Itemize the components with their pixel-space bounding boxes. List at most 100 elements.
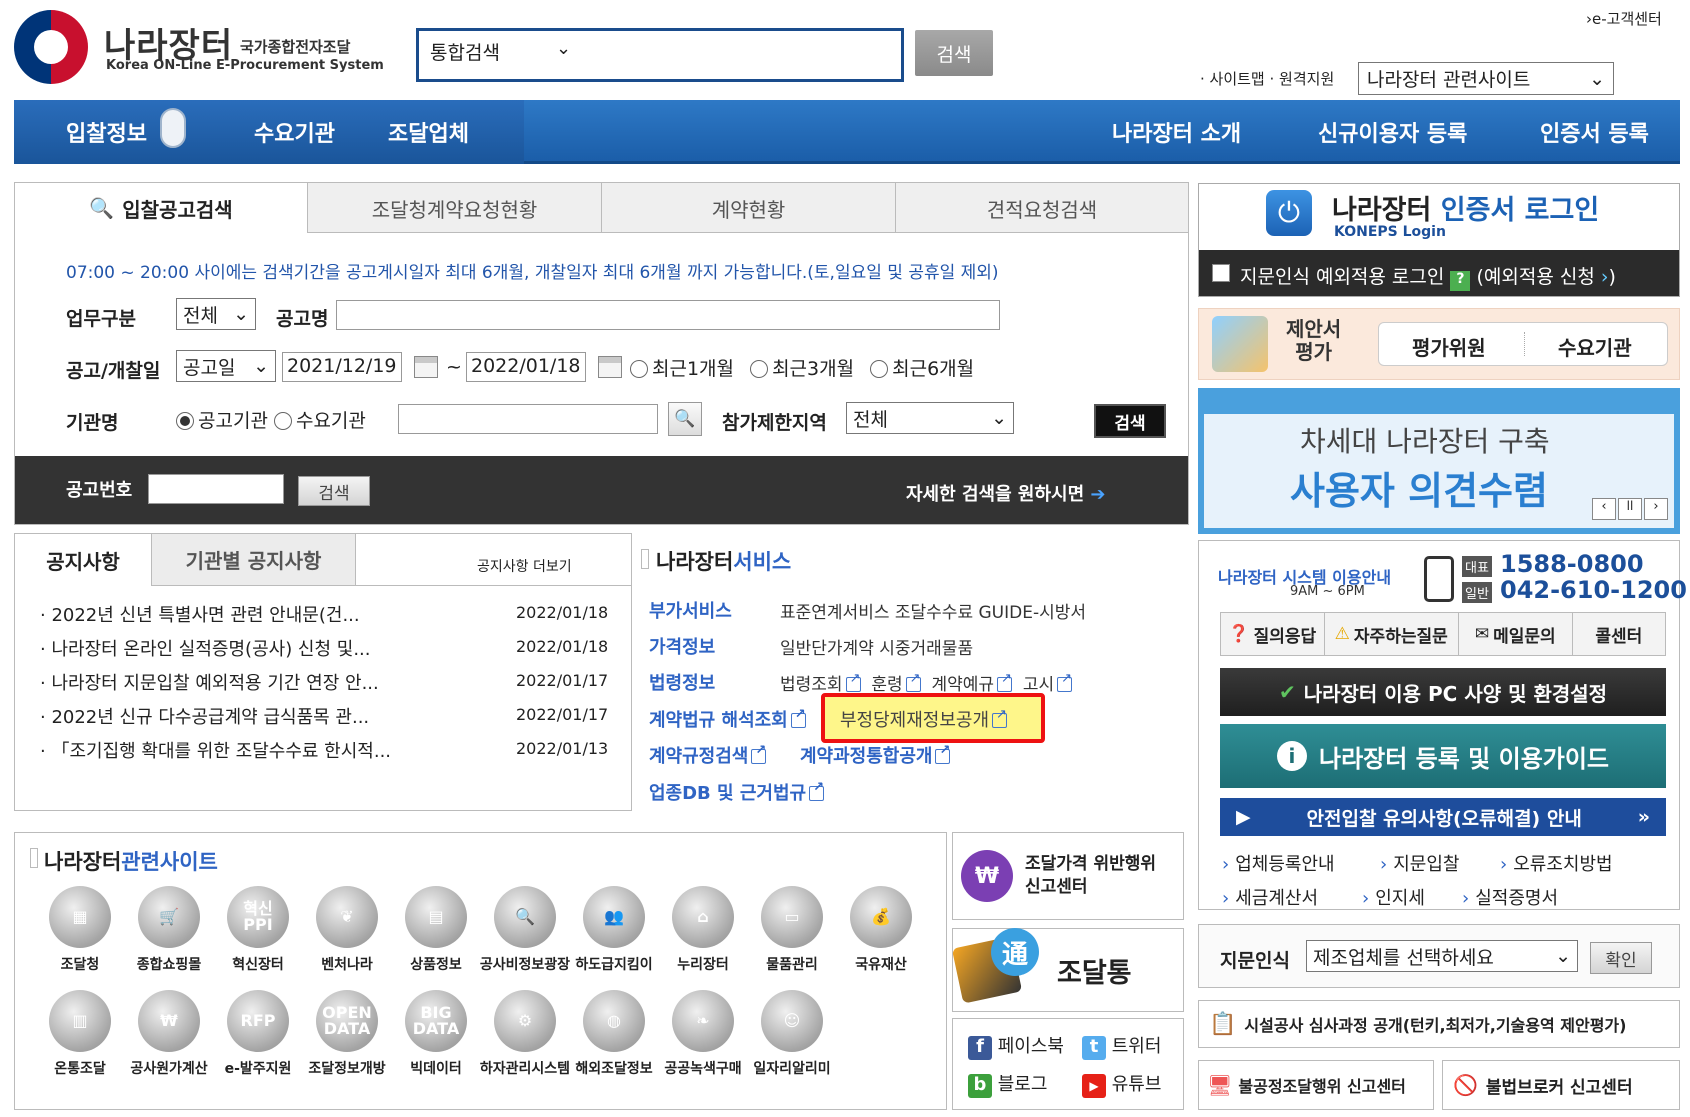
nav-demand-agency[interactable]: 수요기관 — [254, 116, 335, 148]
tab-contract-request[interactable]: 조달청계약요청현황 — [307, 183, 601, 233]
stamp-tax-link[interactable]: 인지세 — [1362, 884, 1425, 910]
cert-login-link[interactable]: 나라장터 인증서 로그인 — [1332, 188, 1599, 227]
evaluator-button[interactable]: 평가위원 — [1412, 332, 1486, 361]
facility-review-link[interactable]: 📋 시설공사 심사과정 공개(턴키,최저가,기술용역 제안평가) — [1198, 1000, 1680, 1048]
broker-report-link[interactable]: 🚫 불법브로커 신고센터 — [1442, 1060, 1680, 1110]
period-1m-radio[interactable]: 최근1개월 — [630, 358, 734, 380]
related-site-link[interactable]: ▦ 조달청 — [32, 886, 128, 974]
performance-cert-link[interactable]: 실적증명서 — [1462, 884, 1558, 910]
calendar-icon[interactable] — [414, 356, 438, 378]
related-site-link[interactable]: 💰 국유재산 — [833, 886, 929, 974]
tab-bid-search[interactable]: 🔍 입찰공고검색 — [15, 183, 307, 233]
agency-input[interactable] — [398, 404, 658, 434]
related-site-link[interactable]: 🔍 공사비정보광장 — [477, 886, 573, 974]
related-site-link[interactable]: 👥 하도급지킴이 — [566, 886, 662, 974]
facebook-link[interactable]: f 페이스북 — [968, 1032, 1064, 1060]
contract-law-interpretation-link[interactable]: 계약법규 해석조회 — [649, 706, 806, 732]
agency-search-icon[interactable]: 🔍 — [668, 402, 702, 436]
callcenter-button[interactable]: 콜센터 — [1573, 613, 1665, 655]
koneps-logo[interactable] — [14, 10, 88, 84]
tab-notices[interactable]: 공지사항 — [15, 534, 151, 586]
notice-number-search-button[interactable]: 검색 — [298, 476, 370, 506]
qna-button[interactable]: ❓ 질의응답 — [1221, 613, 1325, 655]
company-reg-link[interactable]: 업체등록안내 — [1222, 850, 1334, 876]
sitemap-remote-links[interactable]: · 사이트맵 · 원격지원 — [1200, 68, 1334, 89]
related-site-link[interactable]: ⚙ 하자관리시스템 — [477, 990, 573, 1078]
contract-rules-search-link[interactable]: 계약규정검색 — [649, 742, 767, 768]
violation-center-link[interactable]: ₩ 조달가격 위반행위 신고센터 — [952, 832, 1184, 920]
period-6m-radio[interactable]: 최근6개월 — [870, 358, 974, 380]
manufacturer-select[interactable]: 제조업체를 선택하세요 ⌄ — [1306, 940, 1578, 972]
business-type-select[interactable]: 전체 ⌄ — [176, 298, 256, 330]
notice-number-input[interactable] — [148, 474, 284, 504]
related-site-link[interactable]: RFP e-발주지원 — [210, 990, 306, 1078]
power-icon[interactable]: ⏻ — [1266, 190, 1312, 236]
tab-agency-notices[interactable]: 기관별 공지사항 — [151, 534, 356, 586]
notice-item[interactable]: · 2022년 신년 특별사면 관련 안내문(건... — [40, 601, 360, 627]
unfair-report-link[interactable]: 🖥 불공정조달행위 신고센터 — [1198, 1060, 1434, 1110]
law-lookup-link[interactable]: 법령조회 — [780, 671, 861, 695]
related-site-link[interactable]: ◍ 해외조달정보 — [566, 990, 662, 1078]
pc-spec-button[interactable]: ✔ 나라장터 이용 PC 사양 및 환경설정 — [1220, 668, 1666, 716]
youtube-link[interactable]: ▶ 유튜브 — [1082, 1070, 1161, 1098]
svc-cat-price[interactable]: 가격정보 — [649, 633, 715, 659]
header-search-button[interactable]: 검색 — [915, 30, 993, 76]
search-button[interactable]: 검색 — [1094, 404, 1166, 438]
related-site-link[interactable]: ₩ 공사원가계산 — [121, 990, 217, 1078]
prev-icon[interactable]: ‹ — [1592, 498, 1616, 520]
customer-center-link[interactable]: ›e-고객센터 — [1586, 8, 1662, 29]
nav-about[interactable]: 나라장터 소개 — [1112, 116, 1241, 148]
nav-new-user[interactable]: 신규이용자 등록 — [1318, 116, 1467, 148]
mail-button[interactable]: ✉ 메일문의 — [1459, 613, 1573, 655]
region-select[interactable]: 전체 ⌄ — [846, 402, 1014, 434]
tax-invoice-link[interactable]: 세금계산서 — [1222, 884, 1318, 910]
notice-law-link[interactable]: 고시 — [1023, 671, 1073, 695]
search-scope-select[interactable]: 통합검색 — [430, 38, 500, 65]
period-3m-radio[interactable]: 최근3개월 — [750, 358, 854, 380]
related-site-link[interactable]: ❧ 공공녹색구매 — [655, 990, 751, 1078]
agency-demand-radio[interactable]: 수요기관 — [273, 410, 366, 432]
title-input[interactable] — [336, 300, 1000, 330]
jodaltong-link[interactable]: 通 조달통 — [951, 928, 1184, 1012]
safe-bid-button[interactable]: ▶ 안전입찰 유의사항(오류해결) 안내 » — [1220, 798, 1666, 836]
error-fix-link[interactable]: 오류조치방법 — [1500, 850, 1612, 876]
register-guide-button[interactable]: i 나라장터 등록 및 이용가이드 — [1220, 724, 1666, 788]
nav-cert-register[interactable]: 인증서 등록 — [1540, 116, 1649, 148]
contract-process-link[interactable]: 계약과정통합공개 — [800, 742, 951, 768]
related-site-link[interactable]: ☺ 일자리알리미 — [744, 990, 840, 1078]
related-site-link[interactable]: OPEN DATA 조달정보개방 — [299, 990, 395, 1078]
notices-more-link[interactable]: 공지사항 더보기 — [477, 556, 572, 576]
related-site-link[interactable]: ▭ 물품관리 — [744, 886, 840, 974]
notice-item[interactable]: · 「조기집행 확대를 위한 조달수수료 한시적... — [40, 737, 391, 763]
related-site-link[interactable]: 혁신 PPI 혁신장터 — [210, 886, 306, 974]
next-icon[interactable]: › — [1644, 498, 1668, 520]
svc-cat-law[interactable]: 법령정보 — [649, 669, 715, 695]
directive-link[interactable]: 훈령 — [871, 671, 921, 695]
fingerprint-bid-link[interactable]: 지문입찰 — [1380, 850, 1459, 876]
exception-apply-link[interactable]: (예외적용 신청 ›) — [1476, 266, 1615, 288]
contract-rule-link[interactable]: 계약예규 — [931, 671, 1013, 695]
notice-item[interactable]: · 나라장터 온라인 실적증명(공사) 신청 및... — [40, 635, 371, 661]
notice-item[interactable]: · 2022년 신규 다수공급계약 급식품목 관... — [40, 703, 369, 729]
date-to-input[interactable]: 2022/01/18 — [466, 352, 586, 382]
notice-item[interactable]: · 나라장터 지문입찰 예외적용 기간 연장 안... — [40, 669, 379, 695]
detail-search-link[interactable]: 자세한 검색을 원하시면 ➔ — [906, 480, 1106, 506]
tab-contract-status[interactable]: 계약현황 — [601, 183, 895, 233]
tab-quote-search[interactable]: 견적요청검색 — [895, 183, 1188, 233]
date-type-select[interactable]: 공고일 ⌄ — [176, 350, 276, 382]
date-from-input[interactable]: 2021/12/19 — [282, 352, 402, 382]
nav-supplier[interactable]: 조달업체 — [388, 116, 469, 148]
related-site-link[interactable]: BIG DATA 빅데이터 — [388, 990, 484, 1078]
pause-icon[interactable]: ll — [1618, 498, 1642, 520]
related-site-link[interactable]: 🛒 종합쇼핑몰 — [121, 886, 217, 974]
demand-agency-button[interactable]: 수요기관 — [1558, 332, 1632, 361]
nav-bid-info[interactable]: 입찰정보 — [66, 116, 147, 148]
fraud-sanction-info-link[interactable]: 부정당제재정보공개 — [840, 706, 1008, 732]
svc-cat-addon[interactable]: 부가서비스 — [649, 597, 732, 623]
help-icon[interactable]: ? — [1450, 271, 1471, 291]
svc-price-links[interactable]: 일반단가계약 시중거래물품 — [780, 634, 973, 659]
fingerprint-checkbox[interactable] — [1212, 264, 1230, 282]
agency-posting-radio[interactable]: 공고기관 — [176, 410, 268, 432]
related-site-select[interactable]: 나라장터 관련사이트 ⌄ — [1358, 62, 1614, 95]
industry-db-link[interactable]: 업종DB 및 근거법규 — [649, 779, 825, 805]
